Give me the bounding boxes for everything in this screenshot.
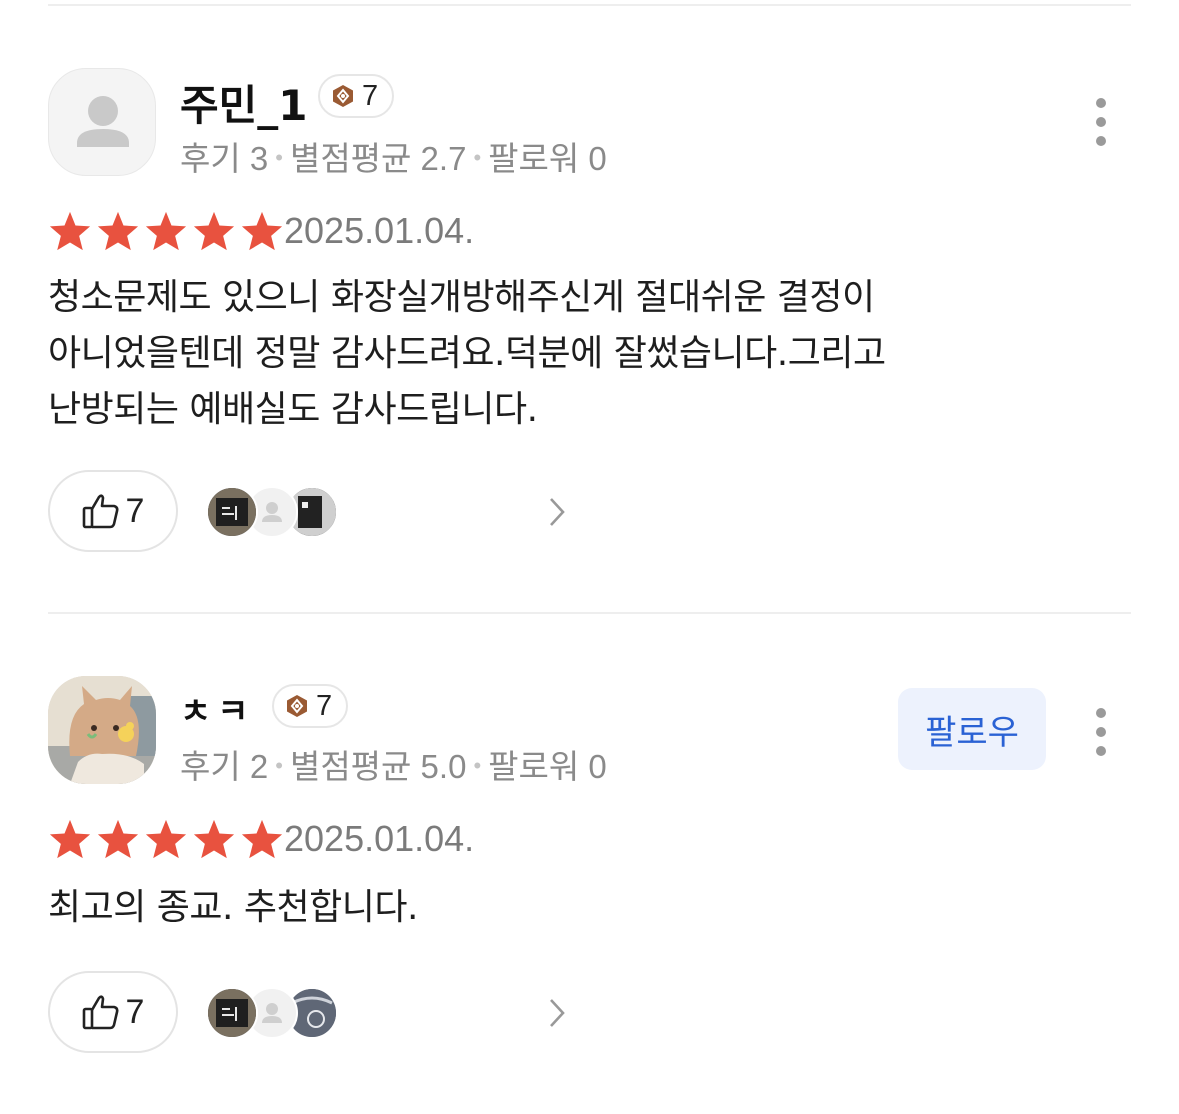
avatar[interactable] (48, 68, 156, 176)
separator-dot: • (275, 145, 283, 170)
more-vertical-icon[interactable] (1088, 98, 1114, 146)
default-profile-icon (77, 96, 129, 147)
star-rating (48, 210, 284, 252)
star-rating (48, 818, 284, 860)
separator-dot: • (473, 753, 482, 778)
like-button[interactable]: 7 (48, 470, 178, 552)
star-icon (193, 211, 235, 251)
star-icon (145, 819, 187, 859)
review-count: 후기 3 (180, 140, 269, 177)
review-text: 청소문제도 있으니 화장실개방해주신게 절대쉬운 결정이 아니었을텐데 정말 감… (48, 270, 1138, 438)
level-badge: 7 (272, 684, 349, 728)
review-date: 2025.01.04. (284, 818, 475, 859)
username[interactable]: ㅊㅋ (180, 684, 255, 733)
review-card: ㅊㅋ 7 후기 2 • 별점평균 5.0 • 팔로워 0 팔로우 2025.01.04.… (0, 614, 1179, 1114)
follower-count: 팔로워 0 (488, 140, 607, 177)
more-vertical-icon[interactable] (1088, 708, 1114, 756)
star-icon (241, 211, 283, 251)
liker-avatar (206, 987, 258, 1039)
star-icon (193, 819, 235, 859)
level-number: 7 (362, 79, 379, 112)
like-count: 7 (125, 992, 145, 1031)
review-card: 주민_1 7 후기 3 • 별점평균 2.7 • 팔로워 0 2025.01.04. 청… (0, 0, 1179, 610)
username[interactable]: 주민_1 (180, 72, 308, 133)
like-button[interactable]: 7 (48, 971, 178, 1053)
average-rating: 별점평균 5.0 (289, 748, 467, 785)
star-icon (49, 819, 91, 859)
star-icon (97, 819, 139, 859)
level-hexagon-icon (333, 85, 353, 107)
star-icon (241, 819, 283, 859)
thumbs-up-icon (82, 995, 119, 1030)
level-number: 7 (316, 689, 333, 722)
like-count: 7 (125, 491, 145, 530)
follow-button[interactable]: 팔로우 (898, 688, 1046, 770)
user-stats: 후기 2 • 별점평균 5.0 • 팔로워 0 (180, 740, 607, 788)
star-icon (145, 211, 187, 251)
user-stats: 후기 3 • 별점평균 2.7 • 팔로워 0 (180, 132, 607, 180)
average-rating: 별점평균 2.7 (289, 140, 467, 177)
avatar[interactable] (48, 676, 156, 784)
review-text-line: 청소문제도 있으니 화장실개방해주신게 절대쉬운 결정이 (48, 277, 875, 318)
review-text-line: 아니었을텐데 정말 감사드려요.덕분에 잘썼습니다.그리고 (48, 333, 886, 374)
level-hexagon-icon (287, 695, 307, 717)
review-text-line: 난방되는 예배실도 감사드립니다. (48, 389, 538, 430)
thumbs-up-icon (82, 494, 119, 529)
chevron-right-icon (550, 498, 565, 526)
liker-avatar (206, 486, 258, 538)
review-date: 2025.01.04. (284, 210, 475, 251)
cat-avatar-image (48, 676, 156, 784)
review-text: 최고의 종교. 추천합니다. (48, 887, 418, 928)
level-badge: 7 (318, 74, 395, 118)
separator-dot: • (473, 145, 482, 170)
star-icon (97, 211, 139, 251)
chevron-right-icon (550, 999, 565, 1027)
review-count: 후기 2 (180, 748, 269, 785)
separator-dot: • (275, 753, 283, 778)
follower-count: 팔로워 0 (488, 748, 607, 785)
star-icon (49, 211, 91, 251)
